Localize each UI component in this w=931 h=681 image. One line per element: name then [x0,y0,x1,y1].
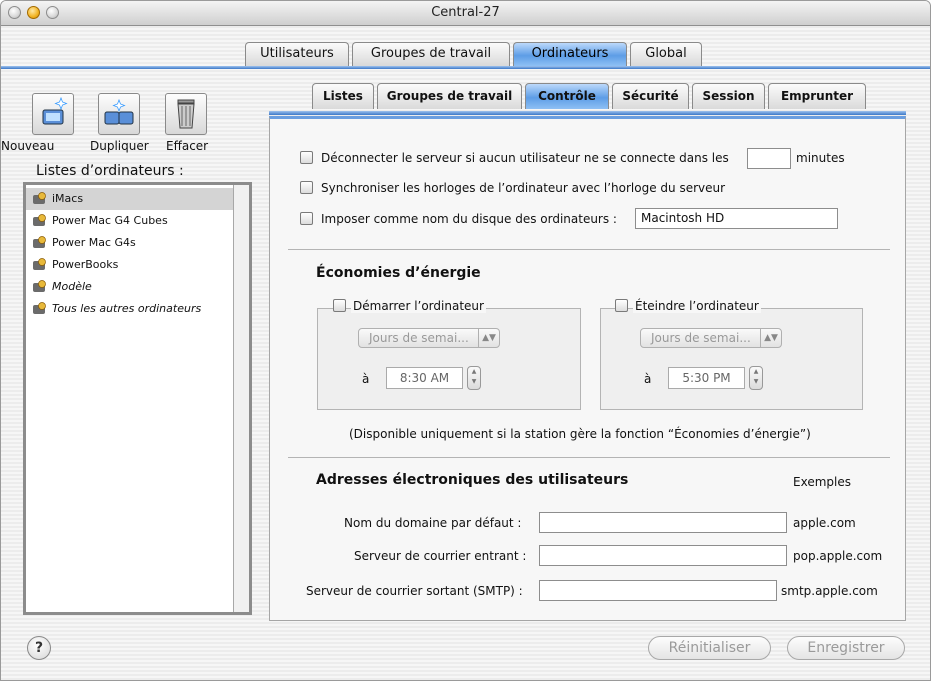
disconnect-label: Déconnecter le serveur si aucun utilisat… [321,151,729,165]
list-item[interactable]: Power Mac G4 Cubes [26,210,234,232]
shutdown-time-stepper[interactable]: ▲ ▼ [749,366,763,390]
list-item-label: iMacs [52,192,84,205]
incoming-server-field[interactable] [539,545,787,566]
shutdown-checkbox[interactable] [615,299,628,312]
startup-group [317,308,581,410]
computer-list-icon [33,236,46,248]
popup-arrows-icon: ▲▼ [478,329,499,347]
list-item[interactable]: Tous les autres ordinateurs [26,298,234,320]
trash-icon [177,99,195,129]
list-item[interactable]: iMacs [26,188,234,210]
tab-global[interactable]: Global [630,42,702,66]
separator [288,249,890,250]
disconnect-checkbox[interactable] [300,151,313,164]
outgoing-example: smtp.apple.com [781,584,878,598]
computer-lists-label: Listes d’ordinateurs : [36,163,184,179]
examples-label: Exemples [793,475,851,489]
duplicate-computers-icon [104,98,134,125]
incoming-example: pop.apple.com [793,549,883,563]
delete-list-button[interactable] [165,93,207,135]
computer-list-icon [33,302,46,314]
tab-groupes-de-travail-sub[interactable]: Groupes de travail [377,83,522,109]
tab-groupes-de-travail[interactable]: Groupes de travail [352,42,510,66]
popup-arrows-icon: ▲▼ [760,329,781,347]
domain-label: Nom du domaine par défaut : [344,516,522,530]
incoming-label: Serveur de courrier entrant : [354,549,527,563]
list-scrollbar[interactable] [233,185,249,612]
list-item-label: PowerBooks [52,258,119,271]
list-item-label: Power Mac G4s [52,236,136,249]
computer-list-icon [33,280,46,292]
shutdown-days-value: Jours de semai... [651,331,751,345]
domain-field[interactable] [539,512,787,533]
domain-example: apple.com [793,516,856,530]
energy-note: (Disponible uniquement si la station gèr… [349,427,811,441]
disk-name-field[interactable]: Macintosh HD [635,208,838,229]
tab-listes[interactable]: Listes [312,83,374,109]
save-button[interactable]: Enregistrer [787,636,905,660]
title-bar[interactable]: Central-27 [1,1,930,26]
list-item[interactable]: PowerBooks [26,254,234,276]
startup-time-field[interactable]: 8:30 AM [386,367,463,389]
separator [288,457,890,458]
tab-session[interactable]: Session [692,83,765,109]
shutdown-label: Éteindre l’ordinateur [633,299,761,313]
list-item-label: Tous les autres ordinateurs [52,302,202,315]
duplicate-list-button[interactable] [98,93,140,135]
outgoing-label: Serveur de courrier sortant (SMTP) : [306,584,523,598]
reset-button[interactable]: Réinitialiser [648,636,771,660]
force-disk-name-checkbox[interactable] [300,212,313,225]
new-list-button[interactable] [32,93,74,135]
list-item-label: Modèle [52,280,92,293]
disconnect-minutes-field[interactable] [747,148,791,169]
startup-time-stepper[interactable]: ▲ ▼ [467,366,481,390]
minutes-label: minutes [796,151,845,165]
startup-days-value: Jours de semai... [369,331,469,345]
list-item-label: Power Mac G4 Cubes [52,214,168,227]
computer-lists[interactable]: iMacs Power Mac G4 Cubes Power Mac G4s P… [23,182,252,615]
computer-list-icon [33,192,46,204]
shutdown-time-field[interactable]: 5:30 PM [668,367,745,389]
shutdown-at-label: à [644,372,652,386]
list-item[interactable]: Modèle [26,276,234,298]
startup-checkbox[interactable] [333,299,346,312]
tab-securite[interactable]: Sécurité [612,83,689,109]
sync-clock-label: Synchroniser les horloges de l’ordinateu… [321,181,726,195]
energy-title: Économies d’énergie [316,265,481,281]
subtab-divider [269,111,906,115]
startup-label: Démarrer l’ordinateur [351,299,486,313]
sync-clock-checkbox[interactable] [300,181,313,194]
startup-days-popup[interactable]: Jours de semai... ▲▼ [358,328,500,348]
tab-utilisateurs[interactable]: Utilisateurs [245,42,349,66]
email-title: Adresses électroniques des utilisateurs [316,472,629,488]
tab-emprunter[interactable]: Emprunter [768,83,866,109]
new-label: Nouveau [1,139,55,153]
window: Central-27 Utilisateurs Groupes de trava… [0,0,931,681]
force-disk-name-label: Imposer comme nom du disque des ordinate… [321,212,617,226]
computer-list-icon [33,258,46,270]
delete-label: Effacer [166,139,209,153]
startup-at-label: à [362,372,370,386]
window-title: Central-27 [431,5,500,20]
shutdown-group [600,308,863,410]
tab-ordinateurs[interactable]: Ordinateurs [513,42,627,66]
shutdown-days-popup[interactable]: Jours de semai... ▲▼ [640,328,782,348]
tab-controle[interactable]: Contrôle [525,83,609,109]
list-item[interactable]: Power Mac G4s [26,232,234,254]
new-computer-icon [42,96,68,125]
computer-list-icon [33,214,46,226]
outgoing-server-field[interactable] [539,580,777,601]
tab-divider [1,66,930,69]
help-button[interactable]: ? [27,636,51,660]
duplicate-label: Dupliquer [90,139,149,153]
